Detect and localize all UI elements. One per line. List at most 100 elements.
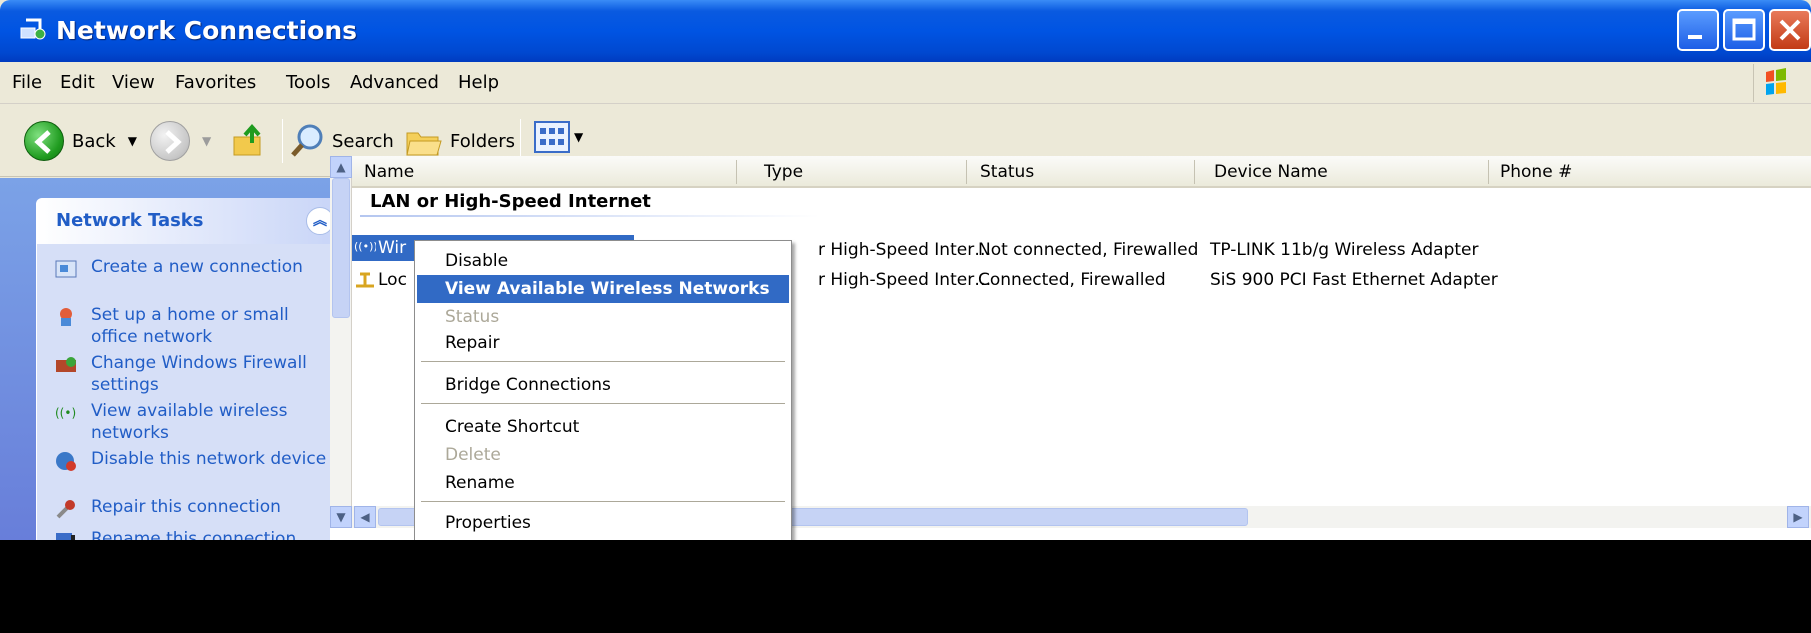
menu-advanced[interactable]: Advanced [350,72,439,93]
task-disable-device[interactable]: Disable this network device [55,448,345,494]
back-dropdown-icon[interactable]: ▼ [128,134,137,148]
up-folder-icon [233,123,261,156]
back-button[interactable]: Back ▼ [24,121,137,161]
menu-item-label: Create Shortcut [445,417,580,437]
network-connections-window: Network Connections File Edit View Favor… [0,0,1811,633]
menu-item-label: Delete [445,445,501,465]
network-tasks-title: Network Tasks [56,210,204,231]
repair-icon [56,500,75,519]
column-name[interactable]: Name [364,162,414,182]
forward-arrow-icon [150,121,190,161]
task-create-new-connection[interactable]: Create a new connection [55,256,345,302]
maximize-icon [1732,18,1756,41]
column-header-row: Name Type Status Device Name Phone # [352,156,1811,188]
task-change-firewall[interactable]: Change Windows Firewall settings [55,352,345,398]
vertical-scrollbar[interactable]: ▲ [330,156,352,516]
menu-bar: File Edit View Favorites Tools Advanced … [0,62,1811,104]
disable-network-icon [56,452,76,471]
views-button[interactable]: ▼ [534,121,583,153]
table-cell-type: r High-Speed Inter… [818,240,992,260]
menu-item-label: Rename [445,473,515,493]
toolbar-separator [282,119,283,163]
menu-item-label: Disable [445,251,509,271]
column-phone[interactable]: Phone # [1500,162,1572,182]
vertical-scroll-thumb[interactable] [332,178,350,318]
search-label: Search [332,130,394,152]
column-divider[interactable] [1488,160,1489,184]
folders-icon [406,132,442,156]
menu-separator [421,501,785,502]
context-menu: Disable View Available Wireless Networks… [414,240,792,542]
folders-label: Folders [450,130,516,152]
menu-item-disable[interactable]: Disable [417,247,789,275]
forward-dropdown-icon[interactable]: ▼ [202,134,211,148]
column-divider[interactable] [736,160,737,184]
menu-view[interactable]: View [112,72,155,93]
network-connections-icon [20,18,46,40]
menu-help[interactable]: Help [458,72,499,93]
group-divider [360,215,820,217]
scroll-right-icon[interactable]: ▶ [1787,506,1809,528]
close-icon [1779,19,1801,41]
views-icon [534,121,570,153]
table-cell-device: SiS 900 PCI Fast Ethernet Adapter [1210,270,1498,290]
task-label: Change Windows Firewall settings [91,353,307,395]
firewall-icon [56,357,76,372]
network-tasks-header[interactable]: Network Tasks ︽ [36,198,348,244]
menu-file[interactable]: File [12,72,42,93]
wireless-icon: ((•)) [55,406,77,420]
table-row-name[interactable]: Loc [378,270,407,290]
table-row-name[interactable]: Wir [378,238,406,258]
scroll-down-icon[interactable]: ▼ [330,506,352,528]
column-device-name[interactable]: Device Name [1214,162,1328,182]
scroll-left-icon[interactable]: ◀ [354,506,376,528]
windows-logo [1753,64,1797,102]
svg-text:((•)): ((•)) [354,240,376,253]
group-title: LAN or High-Speed Internet [370,191,651,212]
home-network-icon [60,308,72,326]
up-folder-button[interactable] [230,121,270,161]
menu-tools[interactable]: Tools [286,72,330,93]
menu-item-label: Properties [445,513,531,533]
menu-item-status: Status [417,303,789,331]
menu-separator [421,361,785,362]
table-cell-status: Connected, Firewalled [978,270,1166,290]
menu-item-properties[interactable]: Properties [417,509,789,537]
task-label: Disable this network device [91,449,327,469]
task-label: Set up a home or small office network [91,305,289,347]
minimize-button[interactable] [1677,9,1719,51]
menu-item-rename[interactable]: Rename [417,469,789,497]
column-divider[interactable] [1194,160,1195,184]
menu-item-view-wireless[interactable]: View Available Wireless Networks [417,275,789,303]
menu-item-create-shortcut[interactable]: Create Shortcut [417,413,789,441]
task-repair-connection[interactable]: Repair this connection [55,496,345,522]
forward-button[interactable]: ▼ [150,121,211,161]
folders-button[interactable]: Folders [404,121,515,161]
menu-item-label: Status [445,307,500,327]
minimize-icon [1688,35,1702,39]
menu-item-bridge[interactable]: Bridge Connections [417,371,789,399]
back-arrow-icon [24,121,64,161]
maximize-button[interactable] [1723,9,1765,51]
menu-favorites[interactable]: Favorites [175,72,256,93]
menu-item-label: Bridge Connections [445,375,611,395]
scroll-up-icon[interactable]: ▲ [330,156,352,178]
column-status[interactable]: Status [980,162,1034,182]
close-button[interactable] [1769,9,1811,51]
task-setup-home-network[interactable]: Set up a home or small office network [55,304,345,350]
column-type[interactable]: Type [764,162,803,182]
task-label: Repair this connection [91,497,281,517]
table-cell-status: Not connected, Firewalled [978,240,1199,260]
menu-item-repair[interactable]: Repair [417,329,789,357]
svg-text:((•)): ((•)) [55,406,77,420]
menu-edit[interactable]: Edit [60,72,95,93]
views-dropdown-icon[interactable]: ▼ [574,130,583,144]
task-view-wireless[interactable]: ((•)) View available wireless networks [55,400,345,446]
title-bar[interactable]: Network Connections [0,0,1811,62]
task-label: View available wireless networks [91,401,288,443]
column-divider[interactable] [966,160,967,184]
search-button[interactable]: Search [288,121,394,161]
lan-connection-icon [356,272,374,288]
menu-item-label: Repair [445,333,500,353]
wireless-connection-icon: ((•)) [354,240,376,253]
